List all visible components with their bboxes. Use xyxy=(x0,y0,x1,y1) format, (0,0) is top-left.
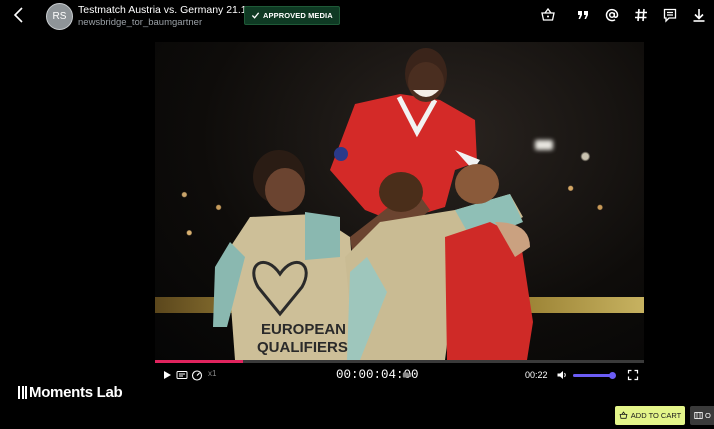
basket-icon xyxy=(619,411,628,419)
secondary-action-label: O xyxy=(705,411,711,420)
avatar[interactable]: RS xyxy=(46,3,73,30)
player-controls: x1 00:00:04:00 00:22 xyxy=(155,364,644,386)
hashtag-icon[interactable] xyxy=(633,7,649,23)
svg-text:EUROPEAN: EUROPEAN xyxy=(261,321,346,338)
timeline-progress xyxy=(155,360,244,363)
status-badge: APPROVED MEDIA xyxy=(244,6,340,25)
top-bar: RS Testmatch Austria vs. Germany 21.11.2… xyxy=(0,0,714,32)
status-badge-label: APPROVED MEDIA xyxy=(263,11,333,20)
add-to-cart-label: ADD TO CART xyxy=(630,411,682,420)
volume-icon[interactable] xyxy=(556,369,568,381)
quote-icon[interactable] xyxy=(575,7,591,23)
play-icon[interactable] xyxy=(161,369,173,381)
svg-text:QUALIFIERS: QUALIFIERS xyxy=(257,339,348,356)
chevron-left-icon[interactable] xyxy=(10,6,28,24)
volume-level xyxy=(573,374,613,377)
brand-logo: Moments Lab xyxy=(18,384,123,401)
brand-name: Moments Lab xyxy=(29,384,123,401)
subtitles-icon[interactable] xyxy=(176,369,188,381)
timeline-scrubber[interactable] xyxy=(155,360,644,363)
logo-mark xyxy=(18,386,27,399)
fullscreen-icon[interactable] xyxy=(627,369,639,381)
basket-icon[interactable] xyxy=(540,7,556,23)
volume-handle[interactable] xyxy=(609,372,617,379)
video-frame[interactable]: EUROPEAN QUALIFIERS xyxy=(155,42,644,360)
duration: 00:22 xyxy=(525,370,548,380)
camera-icon[interactable] xyxy=(402,370,412,380)
check-icon xyxy=(251,12,260,19)
volume-slider[interactable] xyxy=(573,372,617,379)
speed-icon[interactable] xyxy=(191,369,203,381)
download-icon[interactable] xyxy=(691,7,707,23)
media-title: Testmatch Austria vs. Germany 21.11.23 xyxy=(78,4,267,16)
film-icon xyxy=(694,412,703,419)
add-to-cart-button[interactable]: ADD TO CART xyxy=(615,406,685,425)
playback-speed[interactable]: x1 xyxy=(208,369,216,378)
at-icon[interactable] xyxy=(604,7,620,23)
comment-icon[interactable] xyxy=(662,7,678,23)
secondary-action-button[interactable]: O xyxy=(690,406,714,425)
players-celebration-image: EUROPEAN QUALIFIERS xyxy=(213,48,533,360)
media-subtitle: newsbridge_tor_baumgartner xyxy=(78,17,203,28)
